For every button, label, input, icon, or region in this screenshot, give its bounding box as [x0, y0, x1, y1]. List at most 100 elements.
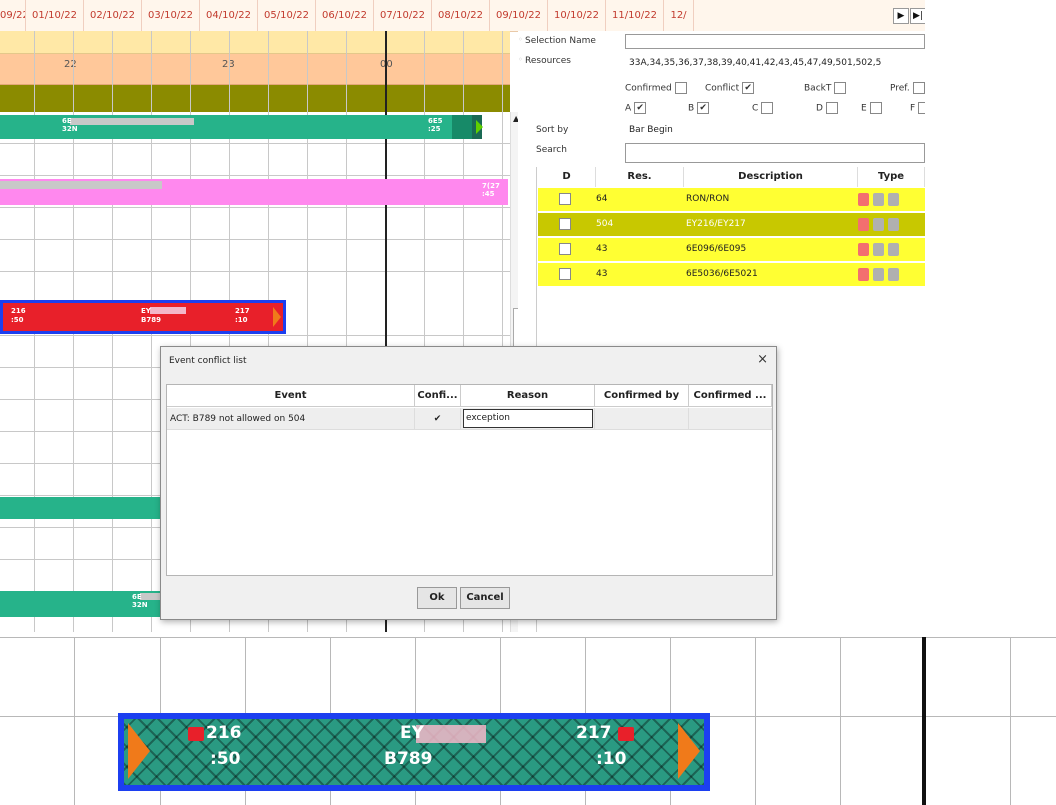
zoom-label: :10	[596, 749, 627, 769]
flag-b-checkbox[interactable]: B ✔	[688, 102, 710, 114]
flight-bar-pink[interactable]: 7(27 :45	[0, 179, 508, 205]
ok-button[interactable]: Ok	[417, 587, 457, 609]
col-header-event[interactable]: Event	[167, 385, 415, 407]
table-row[interactable]: 504 EY216/EY217	[538, 213, 925, 236]
last-arrow-icon[interactable]: ▶|	[910, 8, 925, 24]
type-indicator	[858, 268, 869, 281]
date-cell[interactable]: 06/10/22	[316, 0, 374, 31]
row-res: 43	[596, 244, 608, 254]
confirmed-at-cell[interactable]	[689, 408, 772, 430]
pref-checkbox[interactable]: Pref.	[890, 82, 925, 94]
row-checkbox[interactable]	[559, 193, 571, 205]
type-indicator	[873, 218, 884, 231]
selection-name-input[interactable]	[625, 34, 925, 49]
type-indicator	[873, 243, 884, 256]
zoom-label: :50	[210, 749, 241, 769]
table-row[interactable]: 43 6E5036/6E5021	[538, 263, 925, 286]
col-header-confirmed-at[interactable]: Confirmed ...	[689, 385, 772, 407]
search-label: Search	[536, 145, 567, 155]
resources-label: Resources	[525, 56, 571, 66]
row-res: 64	[596, 194, 608, 204]
type-indicator	[888, 268, 899, 281]
row-description: 6E096/6E095	[686, 244, 747, 254]
cancel-button[interactable]: Cancel	[460, 587, 510, 609]
flag-e-checkbox[interactable]: E	[861, 102, 882, 114]
bar-label: EY B789	[141, 307, 161, 324]
col-header-res[interactable]: Res.	[596, 167, 684, 187]
date-cell[interactable]: 10/10/22	[548, 0, 606, 31]
hour-label: 22	[64, 59, 77, 70]
confirmed-by-cell[interactable]	[595, 408, 689, 430]
col-header-confirmed-by[interactable]: Confirmed by	[595, 385, 689, 407]
flag-d-checkbox[interactable]: D	[816, 102, 838, 114]
confirmed-checkbox[interactable]: Confirmed	[625, 82, 687, 94]
type-indicator	[888, 193, 899, 206]
bar-label: 6E 32N	[62, 117, 78, 133]
zoom-label: EY	[400, 723, 424, 743]
type-indicator	[858, 218, 869, 231]
row-checkbox[interactable]	[559, 218, 571, 230]
type-indicator	[858, 193, 869, 206]
sort-by-label: Sort by	[536, 125, 569, 135]
selected-flight-bar-zoomed[interactable]: 216 :50 EY B789 217 :10	[118, 713, 710, 791]
resources-field[interactable]: 33A,34,35,36,37,38,39,40,41,42,43,45,47,…	[625, 55, 925, 70]
day-band	[0, 31, 510, 54]
row-checkbox[interactable]	[559, 243, 571, 255]
next-arrow-icon[interactable]: ▶	[893, 8, 909, 24]
date-cell[interactable]: 12/	[664, 0, 694, 31]
search-input[interactable]	[625, 143, 925, 163]
flag-f-checkbox[interactable]: F	[910, 102, 925, 114]
zoomed-detail: 216 :50 EY B789 217 :10	[0, 637, 1056, 805]
chevron-right-icon	[678, 723, 700, 779]
confirmed-checkbox[interactable]: ✔	[415, 408, 461, 430]
chevron-right-icon	[273, 307, 281, 327]
date-cell[interactable]: 04/10/22	[200, 0, 258, 31]
bar-label: 216 :50	[11, 307, 26, 324]
conflict-checkbox[interactable]: Conflict ✔	[705, 82, 755, 94]
flag-c-checkbox[interactable]: C	[752, 102, 774, 114]
bar-label: 6E 32N	[132, 593, 148, 609]
event-cell[interactable]: ACT: B789 not allowed on 504	[167, 408, 415, 430]
type-indicator	[858, 243, 869, 256]
bar-label: 6E5 :25	[428, 117, 443, 133]
type-indicator	[888, 243, 899, 256]
col-header-type[interactable]: Type	[858, 167, 925, 187]
date-cell[interactable]: 09/22	[0, 0, 26, 31]
col-header-confirmed[interactable]: Confi...	[415, 385, 461, 407]
flag-a-checkbox[interactable]: A ✔	[625, 102, 647, 114]
screenshot-area: 09/22 01/10/22 02/10/22 03/10/22 04/10/2…	[0, 0, 925, 632]
selected-flight-bar[interactable]: 216 :50 EY B789 217 :10	[0, 300, 286, 334]
row-description: EY216/EY217	[686, 219, 746, 229]
type-indicator	[873, 268, 884, 281]
row-description: RON/RON	[686, 194, 730, 204]
date-cell[interactable]: 03/10/22	[142, 0, 200, 31]
date-ruler: 09/22 01/10/22 02/10/22 03/10/22 04/10/2…	[0, 0, 925, 32]
sort-by-select[interactable]: Bar Begin	[625, 122, 925, 137]
date-cell[interactable]: 01/10/22	[26, 0, 84, 31]
row-checkbox[interactable]	[559, 268, 571, 280]
backt-checkbox[interactable]: BackT	[804, 82, 847, 94]
row-res: 43	[596, 269, 608, 279]
date-cell[interactable]: 02/10/22	[84, 0, 142, 31]
type-indicator	[873, 193, 884, 206]
bar-label: 217 :10	[235, 307, 250, 324]
table-row[interactable]: 43 6E096/6E095	[538, 238, 925, 261]
event-conflict-dialog: Event conflict list × Event Confi... Rea…	[160, 346, 777, 620]
col-header-reason[interactable]: Reason	[461, 385, 595, 407]
date-cell[interactable]: 11/10/22	[606, 0, 664, 31]
lock-icon	[188, 727, 204, 741]
date-cell[interactable]: 09/10/22	[490, 0, 548, 31]
date-cell[interactable]: 05/10/22	[258, 0, 316, 31]
date-cell[interactable]: 07/10/22	[374, 0, 432, 31]
col-header-d[interactable]: D	[538, 167, 596, 187]
flight-bar-green[interactable]: 6E 32N 6E5 :25	[0, 115, 472, 139]
close-icon[interactable]: ×	[757, 352, 768, 367]
conflict-grid: Event Confi... Reason Confirmed by Confi…	[166, 384, 773, 576]
col-header-description[interactable]: Description	[684, 167, 858, 187]
reason-cell: exception	[461, 408, 595, 430]
date-cell[interactable]: 08/10/22	[432, 0, 490, 31]
dialog-title: Event conflict list	[169, 356, 247, 366]
chevron-right-icon	[128, 723, 150, 779]
table-row[interactable]: 64 RON/RON	[538, 188, 925, 211]
reason-input[interactable]: exception	[463, 409, 593, 428]
